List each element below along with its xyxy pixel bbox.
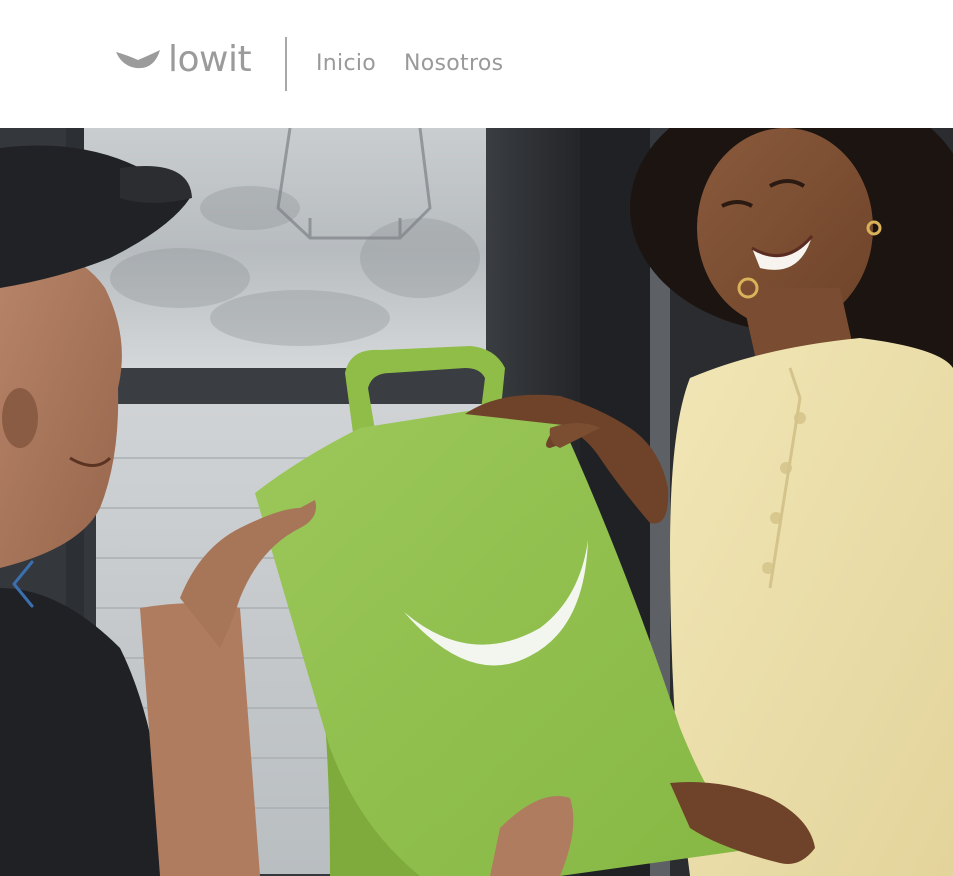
main-nav: Inicio Nosotros (316, 49, 503, 79)
site-header: lowit Inicio Nosotros (0, 0, 953, 128)
nav-link-nosotros[interactable]: Nosotros (404, 49, 503, 79)
hero-banner (0, 128, 953, 876)
logo-text: lowit (168, 39, 252, 80)
smile-logo-icon (116, 50, 160, 69)
chevron-left-icon (12, 560, 34, 608)
hero-image (0, 128, 953, 876)
nav-link-inicio[interactable]: Inicio (316, 49, 376, 79)
carousel-prev-button[interactable] (8, 558, 38, 610)
logo-link[interactable]: lowit (114, 39, 252, 80)
header-divider (285, 37, 287, 91)
